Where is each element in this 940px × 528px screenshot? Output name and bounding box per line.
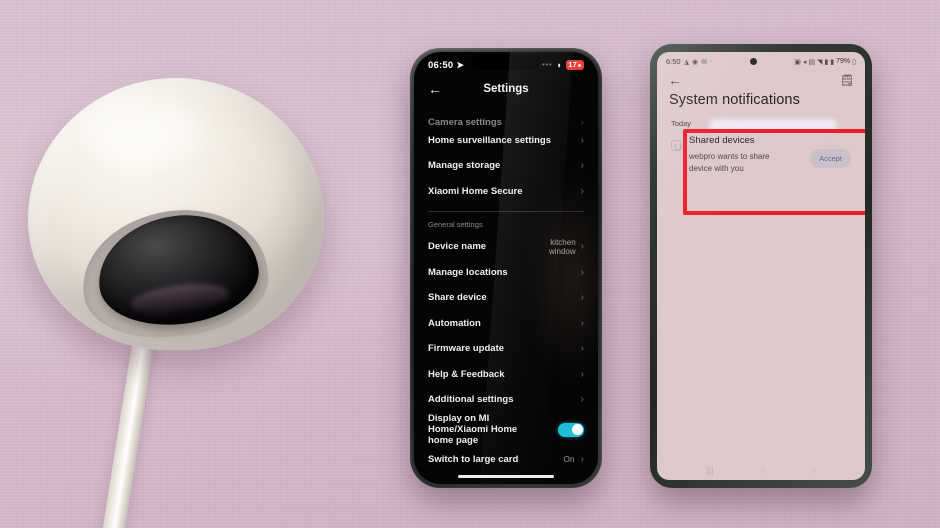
today-section-label: Today xyxy=(657,116,865,132)
list-item-label: Manage storage xyxy=(428,160,501,172)
chevron-right-icon: › xyxy=(580,368,584,380)
dark-app-icon: ◉ xyxy=(692,58,699,66)
today-label: Today xyxy=(671,119,692,128)
punch-hole-camera-icon xyxy=(749,58,757,65)
chevron-right-icon: › xyxy=(580,292,584,304)
chevron-right-icon: › xyxy=(580,453,584,465)
back-arrow-icon[interactable]: ← xyxy=(668,72,682,88)
vibrate-icon: ▤ xyxy=(808,58,815,66)
list-item-camera-settings[interactable]: Camera settings › xyxy=(428,102,584,128)
list-item-label: Device name xyxy=(428,241,487,253)
list-item-label: Automation xyxy=(428,317,481,329)
large-card-value: On xyxy=(563,454,575,465)
list-item-xiaomi-home-secure[interactable]: Xiaomi Home Secure › xyxy=(428,179,584,205)
list-item-display-on-home-page[interactable]: Display on MI Home/Xiaomi Home home page xyxy=(428,413,584,447)
chevron-right-icon: › xyxy=(580,134,584,146)
device-name-value: kitchen window xyxy=(548,237,576,256)
display-on-home-toggle[interactable] xyxy=(558,422,584,437)
list-item-home-surveillance[interactable]: Home surveillance settings › xyxy=(428,128,584,154)
page-title: System notifications xyxy=(669,92,800,108)
list-item-label: Home surveillance settings xyxy=(428,134,552,146)
chevron-right-icon: › xyxy=(580,185,584,197)
page-title: Settings xyxy=(483,83,529,95)
signal2-icon: ▮ xyxy=(830,58,835,66)
list-item-share-device[interactable]: Share device › xyxy=(428,285,584,311)
list-item-label: Additional settings xyxy=(428,394,514,406)
list-item-automation[interactable]: Automation › xyxy=(428,311,584,337)
list-item-label: Xiaomi Home Secure xyxy=(428,185,523,197)
mute-icon: ◂ xyxy=(802,58,807,66)
section-header-general: General settings xyxy=(428,220,483,229)
toggle-knob xyxy=(571,424,583,436)
wifi-icon: ◥ xyxy=(817,58,823,66)
section-divider xyxy=(428,211,584,212)
list-item-switch-to-large-card[interactable]: Switch to large card On › xyxy=(428,447,584,473)
status-bar: 6:50 ◮ ◉ ✉ · ▣ ◂ ▤ ◥ ▮ ▮ 79% ▯ xyxy=(657,52,865,68)
chevron-right-icon: › xyxy=(580,343,584,355)
nfc-icon: ▣ xyxy=(794,58,801,66)
list-item-label: Firmware update xyxy=(428,343,505,355)
back-icon[interactable]: ‹ xyxy=(813,465,816,475)
chevron-right-icon: › xyxy=(580,160,584,172)
location-arrow-icon: ➤ xyxy=(456,59,465,70)
battery-percent: 79% xyxy=(836,58,851,65)
camera-highlight xyxy=(82,98,202,164)
navigation-bar: ||| ○ ‹ xyxy=(657,465,865,475)
battery-icon: ▯ xyxy=(852,58,856,66)
accept-button[interactable]: Accept xyxy=(810,149,851,168)
list-item-manage-locations[interactable]: Manage locations › xyxy=(428,260,584,286)
app-bar: ← 🗒 xyxy=(657,68,865,90)
recents-icon[interactable]: ||| xyxy=(706,465,713,475)
list-item-device-name[interactable]: Device name kitchen window › xyxy=(428,234,584,260)
battery-badge: 17 xyxy=(566,60,584,70)
compose-edit-icon[interactable]: 🗒 xyxy=(840,74,854,87)
battery-percent: 17 xyxy=(568,60,577,70)
list-item-label: Share device xyxy=(428,292,487,304)
list-item-manage-storage[interactable]: Manage storage › xyxy=(428,153,584,179)
notification-title: Shared devices xyxy=(689,135,755,146)
settings-list: Camera settings › Home surveillance sett… xyxy=(414,102,598,472)
list-item-label: Display on MI Home/Xiaomi Home home page xyxy=(428,412,518,447)
home-icon[interactable]: ○ xyxy=(760,465,765,475)
battery-cap-icon xyxy=(578,63,581,67)
list-item-firmware-update[interactable]: Firmware update › xyxy=(428,336,584,362)
phone-xiaomi-home-settings: 06:50 ➤ •••• ◗ 17 ← Settings Camera sett… xyxy=(410,48,602,488)
home-indicator[interactable] xyxy=(458,474,554,478)
notification-body: webpro wants to share device with you xyxy=(689,152,770,173)
drive-icon: ◮ xyxy=(683,58,689,66)
chevron-right-icon: › xyxy=(580,241,584,253)
mi-home-icon xyxy=(671,140,682,151)
list-item-label: Manage locations xyxy=(428,266,508,278)
list-item-additional-settings[interactable]: Additional settings › xyxy=(428,387,584,413)
list-item-label: Camera settings xyxy=(428,116,502,128)
chevron-right-icon: › xyxy=(580,394,584,406)
list-item-label: Switch to large card xyxy=(428,453,519,465)
chevron-right-icon: › xyxy=(580,116,584,128)
status-time: 06:50 xyxy=(428,59,454,71)
list-item-label: Help & Feedback xyxy=(428,368,505,380)
status-time: 6:50 xyxy=(666,57,681,66)
signal-icon: ▮ xyxy=(824,58,829,66)
wifi-icon: ◗ xyxy=(556,60,563,70)
smart-camera-device xyxy=(20,78,330,528)
samsung-screen: 6:50 ◮ ◉ ✉ · ▣ ◂ ▤ ◥ ▮ ▮ 79% ▯ ← 🗒 Syste… xyxy=(657,52,865,480)
list-item-help-feedback[interactable]: Help & Feedback › xyxy=(428,362,584,388)
phone-notch xyxy=(471,55,541,70)
chevron-right-icon: › xyxy=(580,266,584,278)
notification-card[interactable]: Shared devices webpro wants to share dev… xyxy=(657,128,865,174)
more-dot-icon: · xyxy=(709,58,713,65)
chevron-right-icon: › xyxy=(580,317,584,329)
settings-title-bar: ← Settings xyxy=(414,76,598,102)
phone-system-notifications: 6:50 ◮ ◉ ✉ · ▣ ◂ ▤ ◥ ▮ ▮ 79% ▯ ← 🗒 Syste… xyxy=(650,44,872,488)
message-icon: ✉ xyxy=(701,58,707,66)
iphone-screen: 06:50 ➤ •••• ◗ 17 ← Settings Camera sett… xyxy=(414,52,598,484)
